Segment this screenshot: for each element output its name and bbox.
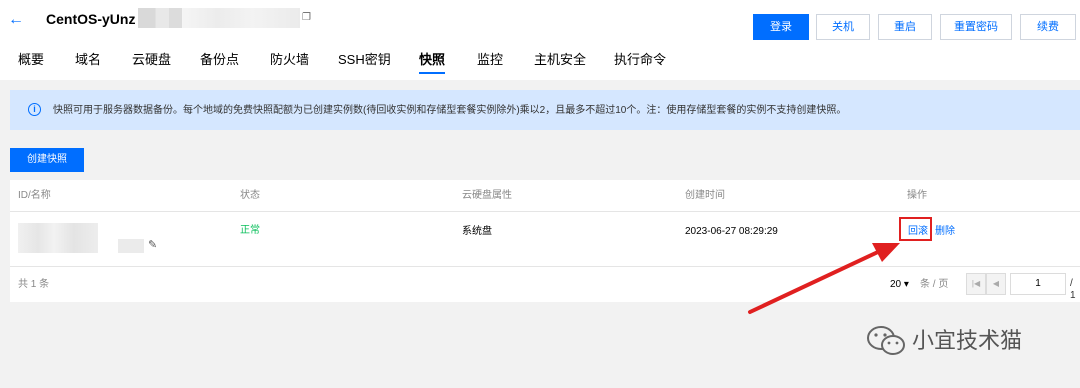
watermark-text: 小宜技术猫 [912, 328, 1023, 353]
wechat-logo-icon [867, 326, 905, 355]
